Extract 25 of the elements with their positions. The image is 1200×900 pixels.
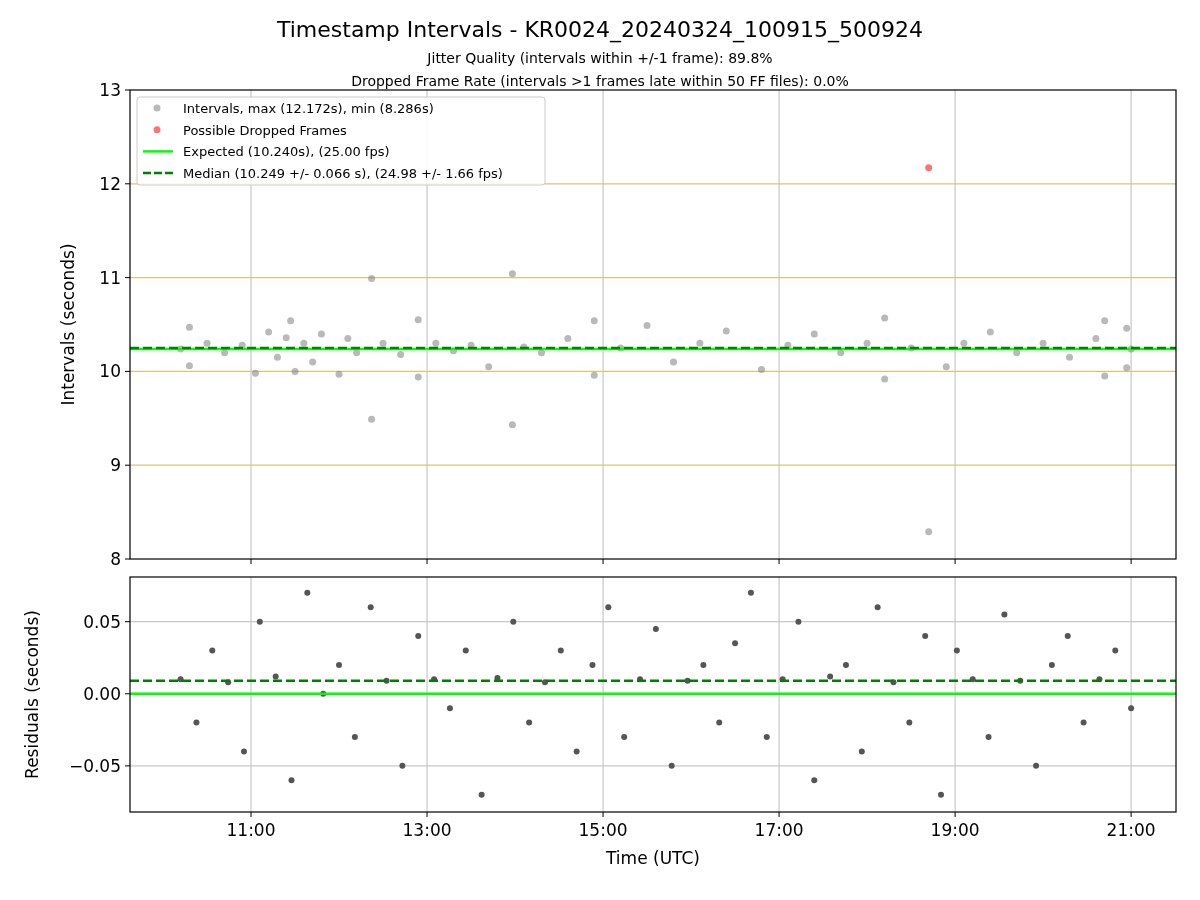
chart-subtitle: Jitter Quality (intervals within +/-1 frame): 89.8% — [427, 50, 773, 66]
y-tick-label: 10 — [99, 361, 121, 382]
chart-subtitle: Dropped Frame Rate (intervals >1 frames late within 50 FF files): 0.0% — [351, 73, 849, 89]
x-tick-label: 11:00 — [226, 820, 276, 840]
legend-label: Median (10.249 +/- 0.066 s), (24.98 +/- 1.66 fps) — [183, 166, 503, 182]
y-tick-label: 13 — [99, 80, 121, 100]
y-tick-label: 0.05 — [83, 611, 121, 632]
y-tick-label: 12 — [99, 173, 121, 194]
y-tick-label: 9 — [110, 455, 121, 476]
x-tick-label: 19:00 — [930, 820, 980, 840]
legend-label: Possible Dropped Frames — [183, 122, 347, 138]
y-tick-label: 8 — [110, 549, 121, 569]
x-tick-label: 13:00 — [402, 820, 452, 840]
y-tick-label: 11 — [99, 267, 121, 288]
x-tick-label: 21:00 — [1106, 820, 1156, 840]
x-tick-label: 17:00 — [754, 820, 804, 840]
y-axis-label: Residuals (seconds) — [22, 610, 42, 779]
legend-label: Expected (10.240s), (25.00 fps) — [183, 144, 390, 160]
chart-title: Timestamp Intervals - KR0024_20240324_100915_500924 — [276, 17, 924, 42]
y-tick-label: 0.00 — [83, 683, 121, 704]
x-axis-label: Time (UTC) — [606, 848, 700, 868]
y-tick-label: −0.05 — [68, 755, 121, 776]
legend-label: Intervals, max (12.172s), min (8.286s) — [183, 101, 434, 116]
x-tick-label: 15:00 — [578, 820, 628, 840]
y-axis-label: Intervals (seconds) — [58, 243, 78, 406]
